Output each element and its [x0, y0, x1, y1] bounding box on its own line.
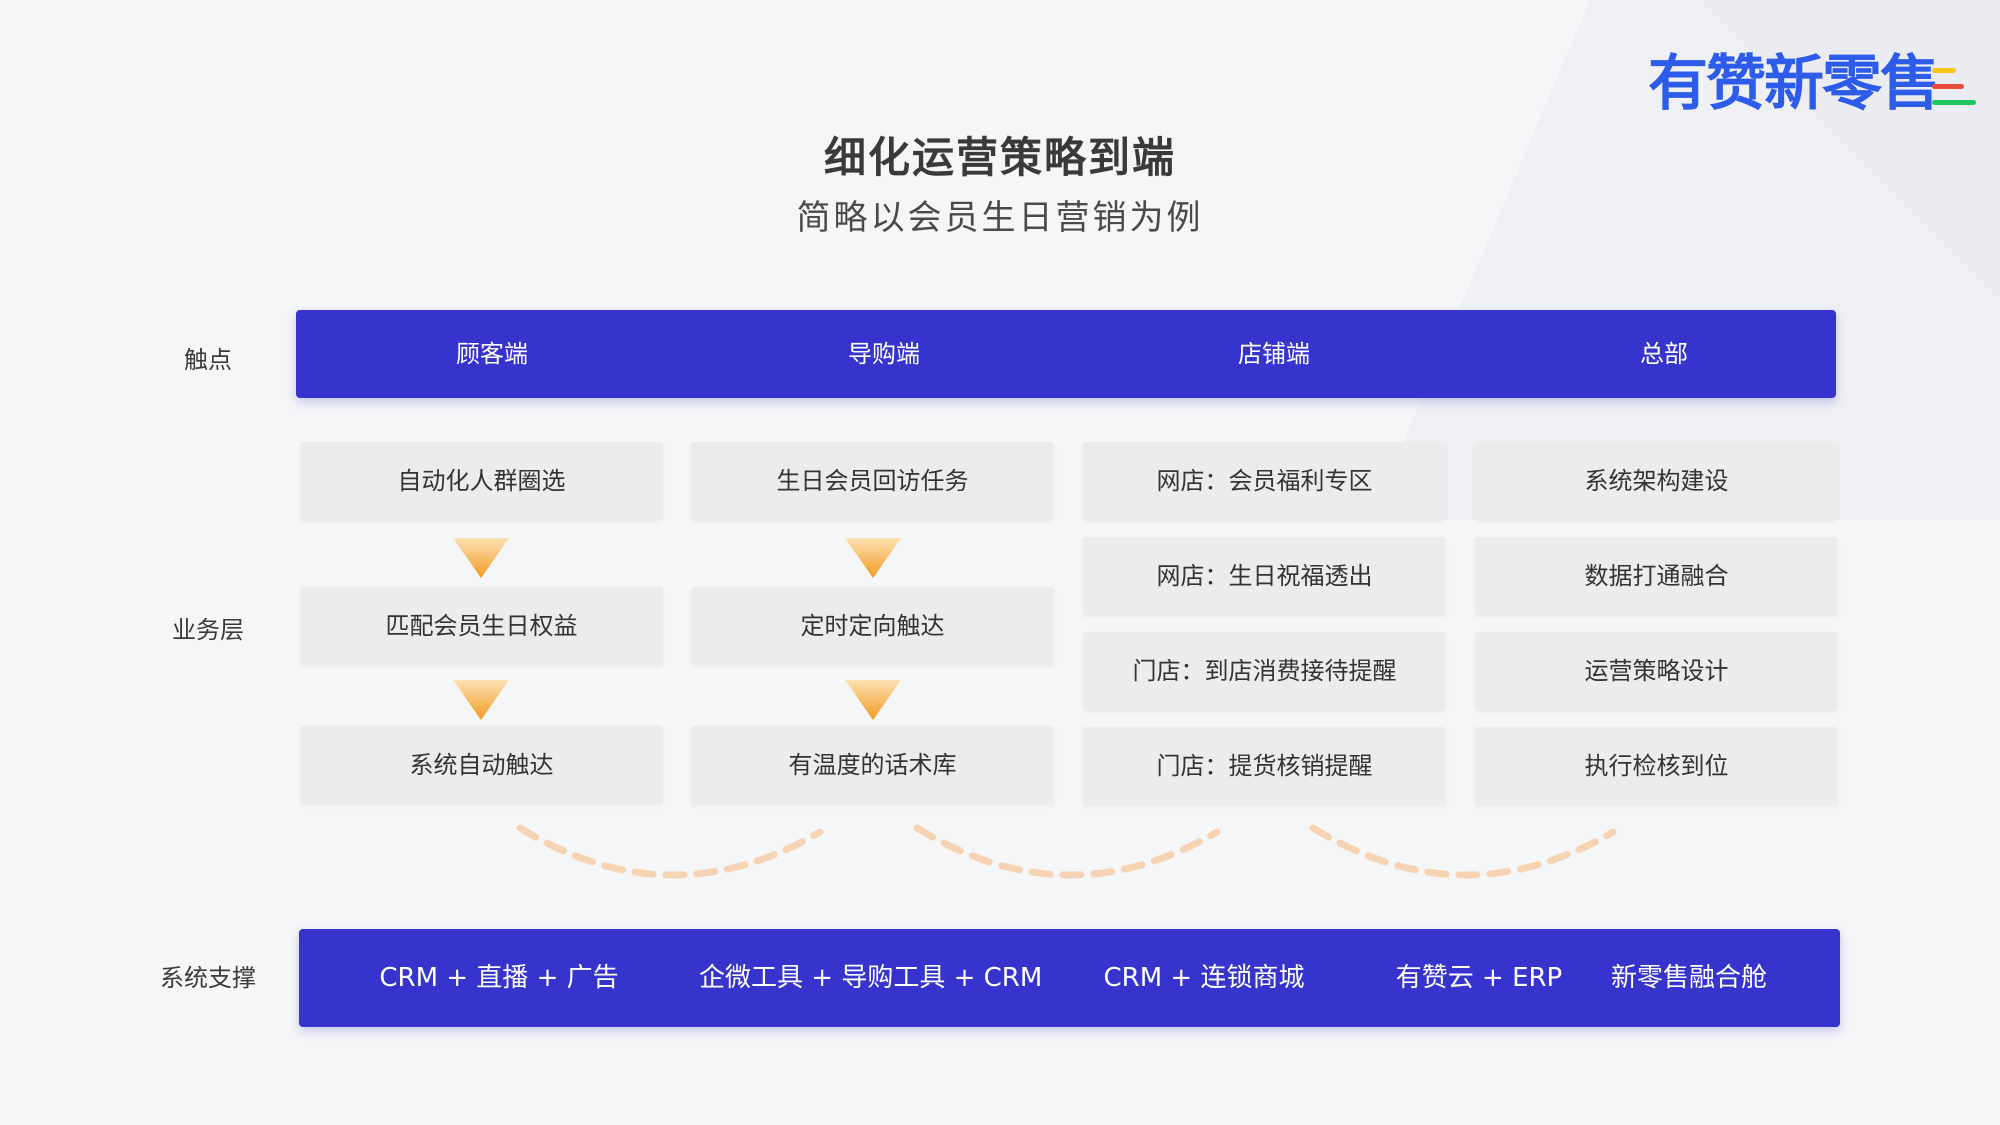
guide-step-1: 生日会员回访任务	[691, 442, 1054, 520]
system-support-bar: CRM + 直播 + 广告 企微工具 + 导购工具 + CRM CRM + 连锁…	[299, 929, 1840, 1027]
store-item-2: 网店：生日祝福透出	[1083, 537, 1446, 615]
guide-step-2: 定时定向触达	[691, 587, 1054, 665]
page-subtitle: 简略以会员生日营销为例	[796, 198, 1204, 238]
customer-step-1: 自动化人群圈选	[300, 442, 663, 520]
customer-step-2: 匹配会员生日权益	[300, 587, 663, 665]
flow-arrow-down-icon	[453, 680, 509, 720]
brand-logo: 有赞新零售	[1648, 44, 1978, 124]
store-item-1: 网店：会员福利专区	[1083, 442, 1446, 520]
flow-arrow-down-icon	[453, 538, 509, 578]
guide-step-3: 有温度的话术库	[691, 726, 1054, 804]
touchpoint-bar: 顾客端 导购端 店铺端 总部	[296, 310, 1836, 398]
logo-color-bars	[1932, 44, 1978, 124]
store-item-4: 门店：提货核销提醒	[1083, 727, 1446, 805]
system-item-1: CRM + 直播 + 广告	[379, 963, 619, 993]
logo-text: 有赞新零售	[1648, 49, 1940, 119]
hq-item-3: 运营策略设计	[1475, 632, 1838, 710]
row-label-system: 系统支撑	[160, 964, 256, 992]
touchpoint-hq: 总部	[1640, 340, 1688, 368]
system-item-3: CRM + 连锁商城	[1103, 963, 1305, 993]
system-item-2: 企微工具 + 导购工具 + CRM	[699, 963, 1043, 993]
touchpoint-customer: 顾客端	[456, 340, 528, 368]
flow-arrow-down-icon	[845, 538, 901, 578]
system-item-5: 新零售融合舱	[1610, 963, 1767, 993]
hq-item-1: 系统架构建设	[1475, 442, 1838, 520]
row-label-business: 业务层	[172, 616, 244, 644]
hq-item-4: 执行检核到位	[1475, 727, 1838, 805]
system-item-4: 有赞云 + ERP	[1395, 963, 1563, 993]
customer-step-3: 系统自动触达	[300, 726, 663, 804]
store-item-3: 门店：到店消费接待提醒	[1083, 632, 1446, 710]
touchpoint-store: 店铺端	[1238, 340, 1310, 368]
row-label-touchpoint: 触点	[184, 346, 232, 374]
flow-arrow-down-icon	[845, 680, 901, 720]
hq-item-2: 数据打通融合	[1475, 537, 1838, 615]
touchpoint-guide: 导购端	[848, 340, 920, 368]
page-title: 细化运营策略到端	[823, 133, 1176, 182]
